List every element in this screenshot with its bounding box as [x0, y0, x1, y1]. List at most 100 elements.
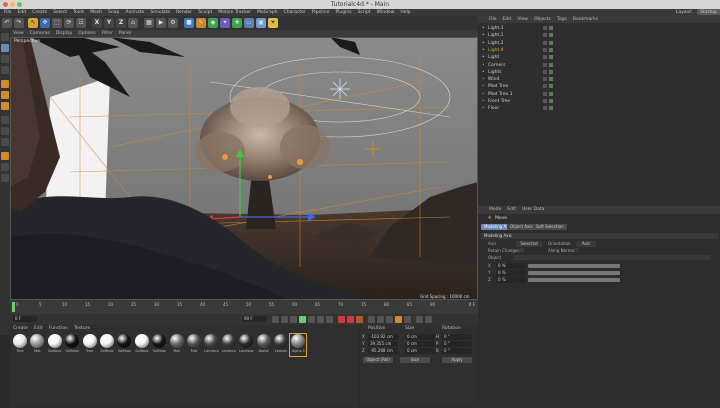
- points-mode-icon[interactable]: [1, 80, 9, 88]
- end-frame-field[interactable]: 90 F: [242, 316, 266, 322]
- recent-tools-icon[interactable]: ☷: [76, 18, 86, 28]
- attribute-menu-edit[interactable]: Edit: [504, 206, 519, 214]
- material-swatch[interactable]: Landsca: [221, 334, 237, 356]
- objects-menu-tags[interactable]: Tags: [554, 16, 570, 23]
- go-to-end-icon[interactable]: [326, 316, 333, 323]
- menu-sculpt[interactable]: Sculpt: [195, 9, 215, 16]
- object-row[interactable]: • Floor: [482, 105, 720, 112]
- attribute-x-field[interactable]: 0 %: [496, 263, 526, 269]
- enable-toggle[interactable]: [549, 91, 553, 96]
- go-to-start-icon[interactable]: [272, 316, 279, 323]
- object-row[interactable]: • Corners: [482, 62, 720, 69]
- move-tool-icon[interactable]: ✥: [40, 18, 50, 28]
- cube-primitive-icon[interactable]: ■: [184, 18, 194, 28]
- viewport-menu-filter[interactable]: Filter: [99, 30, 116, 37]
- material-swatch[interactable]: Mat: [29, 334, 45, 356]
- z-axis-lock-button[interactable]: Z: [116, 18, 126, 28]
- size-x-field[interactable]: 0 cm: [405, 334, 435, 340]
- menu-tools[interactable]: Tools: [70, 9, 87, 16]
- keyframe-selection-icon[interactable]: [356, 316, 363, 323]
- record-active-objects-icon[interactable]: [338, 316, 345, 323]
- enable-toggle[interactable]: [549, 69, 553, 74]
- object-link-field[interactable]: [513, 255, 711, 260]
- menu-plugins[interactable]: Plugins: [332, 9, 354, 16]
- point-level-animation-icon[interactable]: [404, 316, 411, 323]
- object-row[interactable]: • Light.1: [482, 32, 720, 39]
- position-x-field[interactable]: -103.92 cm: [368, 334, 398, 340]
- scale-key-icon[interactable]: [377, 316, 384, 323]
- planar-workplane-icon[interactable]: [1, 174, 9, 182]
- menu-script[interactable]: Script: [355, 9, 374, 16]
- scheme-icon[interactable]: [416, 316, 423, 323]
- apply-button[interactable]: Apply: [442, 357, 472, 363]
- attribute-menu-user-data[interactable]: User Data: [519, 206, 547, 214]
- render-to-picture-viewer-icon[interactable]: ▶: [156, 18, 166, 28]
- material-swatch[interactable]: Leaves: [273, 334, 289, 356]
- material-swatch[interactable]: Softbox: [99, 334, 115, 356]
- viewport-menu-view[interactable]: View: [10, 30, 27, 37]
- material-menu-texture[interactable]: Texture: [71, 325, 93, 332]
- object-row[interactable]: • Front Tree: [482, 98, 720, 105]
- model-mode-icon[interactable]: [1, 44, 9, 52]
- layout-select[interactable]: Startup: [697, 9, 720, 15]
- material-menu-edit[interactable]: Edit: [31, 325, 46, 332]
- autokeying-icon[interactable]: [347, 316, 354, 323]
- undo-icon[interactable]: ↶: [2, 18, 12, 28]
- material-menu-function[interactable]: Function: [46, 325, 71, 332]
- orientation-select[interactable]: Axis: [576, 241, 596, 247]
- start-frame-field[interactable]: 0 F: [13, 316, 37, 322]
- render-view-icon[interactable]: ▦: [144, 18, 154, 28]
- position-z-field[interactable]: -95.288 cm: [368, 348, 398, 354]
- size-mode-select[interactable]: Size: [400, 357, 430, 363]
- attribute-y-slider[interactable]: [528, 271, 620, 275]
- menu-mesh[interactable]: Mesh: [87, 9, 105, 16]
- material-swatch[interactable]: Softbox: [47, 334, 63, 356]
- parameter-key-icon[interactable]: [395, 316, 402, 323]
- play-icon[interactable]: [299, 316, 306, 323]
- menu-snap[interactable]: Snap: [105, 9, 122, 16]
- size-y-field[interactable]: 0 cm: [405, 341, 435, 347]
- subdivision-surface-icon[interactable]: ◆: [208, 18, 218, 28]
- camera-icon[interactable]: ▣: [256, 18, 266, 28]
- visibility-toggle[interactable]: [543, 84, 547, 89]
- attribute-x-slider[interactable]: [528, 264, 620, 268]
- 3d-viewport[interactable]: [10, 37, 478, 300]
- redo-icon[interactable]: ↷: [14, 18, 24, 28]
- material-swatch[interactable]: Tree: [12, 334, 28, 356]
- rotation-key-icon[interactable]: [386, 316, 393, 323]
- live-selection-icon[interactable]: ↖: [28, 18, 38, 28]
- along-normals-checkbox[interactable]: [574, 248, 578, 252]
- tab-soft-selection[interactable]: Soft Selection: [533, 224, 567, 230]
- workplane-mode-icon[interactable]: [1, 66, 9, 74]
- visibility-toggle[interactable]: [543, 33, 547, 38]
- rotate-tool-icon[interactable]: ⟳: [64, 18, 74, 28]
- solo-mode-icon[interactable]: [1, 152, 9, 160]
- visibility-toggle[interactable]: [543, 91, 547, 96]
- visibility-toggle[interactable]: [543, 26, 547, 30]
- viewport-menu-cameras[interactable]: Cameras: [27, 30, 53, 37]
- menu-render[interactable]: Render: [173, 9, 195, 16]
- attribute-z-field[interactable]: 0 %: [496, 277, 526, 283]
- material-swatch[interactable]: Tree: [82, 334, 98, 356]
- floor-environment-icon[interactable]: ▭: [244, 18, 254, 28]
- object-row[interactable]: • Light.3: [482, 25, 720, 32]
- objects-menu-file[interactable]: File: [486, 16, 500, 23]
- menu-simulate[interactable]: Simulate: [147, 9, 173, 16]
- viewport-menu-options[interactable]: Options: [75, 30, 98, 37]
- attribute-y-field[interactable]: 0 %: [496, 270, 526, 276]
- visibility-toggle[interactable]: [543, 62, 547, 67]
- enable-axis-icon[interactable]: [1, 116, 9, 124]
- material-menu-create[interactable]: Create: [10, 325, 31, 332]
- objects-menu-bookmarks[interactable]: Bookmarks: [570, 16, 601, 23]
- material-swatch[interactable]: Alpha: [256, 334, 272, 356]
- attribute-z-slider[interactable]: [528, 278, 620, 282]
- rotation-h-field[interactable]: 0 °: [442, 334, 472, 340]
- enable-toggle[interactable]: [549, 47, 553, 52]
- light-icon[interactable]: ☀: [268, 18, 278, 28]
- polygons-mode-icon[interactable]: [1, 102, 9, 110]
- retain-changes-checkbox[interactable]: [520, 248, 524, 252]
- enable-toggle[interactable]: [549, 84, 553, 89]
- object-row[interactable]: • Wind: [482, 76, 720, 83]
- snap-icon[interactable]: [1, 138, 9, 146]
- object-row[interactable]: • Lights: [482, 69, 720, 76]
